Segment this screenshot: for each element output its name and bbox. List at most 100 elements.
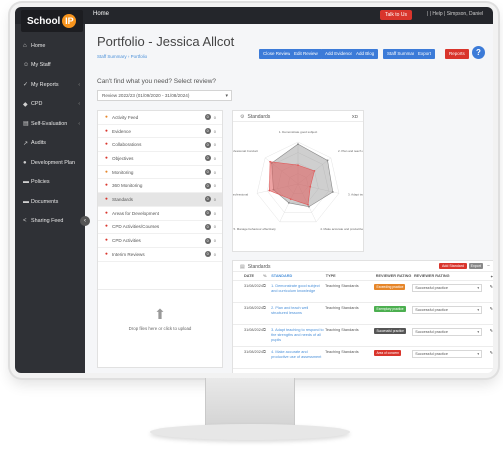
menu-item-activity-feed[interactable]: ● Activity Feed 0 0: [98, 111, 222, 125]
row-standard-link[interactable]: 2. Plan and teach well structured lesson…: [271, 306, 325, 316]
menu-item-collaborations[interactable]: ● Collaborations 0 0: [98, 138, 222, 153]
reviewer-rating-value: Successful practice: [415, 308, 448, 312]
col-standard-header[interactable]: STANDARD: [271, 274, 326, 279]
share-icon: <: [23, 218, 27, 225]
self-rating-badge: Exceeding practice: [374, 284, 406, 290]
menu-item-count-secondary: 0: [213, 155, 216, 161]
radar-point: [326, 159, 329, 162]
edit-icon[interactable]: ✎: [482, 284, 493, 289]
menu-item-areas-for-development[interactable]: ● Areas for Development 0 0: [98, 207, 222, 221]
reviewer-rating-select[interactable]: Successful practice ▾: [412, 350, 483, 358]
standards-table-header: ▤ Standards Add Standard Export −: [233, 261, 493, 272]
menu-item-monitoring[interactable]: ● Monitoring 0 0: [98, 166, 222, 180]
row-type: Teaching Standards: [325, 350, 359, 354]
home-link[interactable]: Home: [93, 11, 109, 17]
add-blog-button[interactable]: Add Blog: [352, 49, 379, 59]
menu-item-count-secondary: 0: [213, 210, 216, 216]
review-select-value: Review 2022/23 (01/09/2020 - 31/08/2024): [102, 93, 190, 98]
export-button[interactable]: Export: [414, 49, 436, 59]
row-standard-link[interactable]: 1. Demonstrate good subject and curricul…: [271, 284, 325, 294]
chevron-left-icon: ‹: [78, 81, 80, 88]
radar-point: [269, 160, 271, 163]
breadcrumb[interactable]: Staff Summary › Portfolio: [97, 54, 147, 59]
sidebar: ⌂ Home ☺ My Staff ✓ My Reports ‹ ◆ CPD ‹ ▤ Self-Eva…: [15, 24, 90, 373]
main-content: Portfolio - Jessica Allcot Staff Summary…: [85, 24, 493, 373]
menu-item-objectives[interactable]: ● Objectives 0 0: [98, 152, 222, 166]
review-select[interactable]: Review 2022/23 (01/09/2020 - 31/08/2024)…: [97, 90, 232, 101]
help-icon[interactable]: ?: [472, 46, 485, 59]
reviewer-rating-select[interactable]: Successful practice ▾: [412, 328, 483, 336]
edit-icon[interactable]: ✎: [482, 328, 493, 333]
menu-item-count: 0: [204, 251, 211, 258]
sidebar-item-cpd[interactable]: ◆ CPD ‹: [15, 95, 85, 115]
radar-axis-label: Personal and Professional Conduct: [233, 149, 258, 153]
chart-icon: ↗: [23, 140, 29, 147]
attachment-icon[interactable]: ⧉: [263, 350, 271, 354]
radar-point: [287, 202, 290, 204]
col-self-rating-header[interactable]: REVIEWER RATING: [376, 274, 414, 278]
reviewer-rating-select[interactable]: Successful practice ▾: [412, 284, 483, 292]
upload-icon: ⬆: [154, 306, 166, 322]
sidebar-item-documents[interactable]: ▬ Documents: [15, 192, 85, 212]
table-actions-header[interactable]: +: [482, 274, 493, 279]
reviewer-rating-select[interactable]: Successful practice ▾: [412, 306, 483, 314]
chevron-left-icon: ‹: [78, 120, 80, 127]
row-standard-link[interactable]: 3. Adapt teaching to respond to the stre…: [271, 328, 325, 342]
table-row: 31/08/2024 ⧉ 3. Adapt teaching to respond …: [233, 325, 493, 347]
radar-point: [297, 143, 299, 145]
table-row: 31/08/2024 ⧉ 2. Plan and teach well struct…: [233, 303, 493, 325]
col-type-header[interactable]: TYPE: [326, 274, 376, 278]
self-rating-badge: Area of concern: [374, 350, 401, 356]
collapse-icon[interactable]: −: [487, 263, 490, 269]
self-rating-badge: Exemplary practice: [374, 306, 406, 312]
menu-item-360-monitoring[interactable]: ● 360 Monitoring 0 0: [98, 179, 222, 194]
sidebar-item-audits[interactable]: ↗ Audits: [15, 134, 85, 154]
radar-axis-label: 1. Demonstrate good subject: [279, 130, 318, 134]
edit-icon[interactable]: ✎: [482, 306, 493, 311]
standards-chart-header: ⚙ Standards XD: [233, 111, 363, 122]
attachment-icon[interactable]: ⧉: [263, 284, 271, 288]
col-date-header[interactable]: DATE: [233, 274, 263, 278]
attachment-icon[interactable]: ⧉: [263, 328, 271, 332]
row-type: Teaching Standards: [325, 328, 359, 332]
upload-dropzone[interactable]: ⬆ Drop files here or click to upload: [98, 289, 222, 359]
menu-item-icon: ●: [105, 210, 108, 216]
row-date: 31/08/2024: [244, 284, 264, 288]
chart-controls[interactable]: XD: [352, 114, 358, 119]
menu-item-icon: ●: [105, 224, 108, 230]
menu-item-label: Standards: [112, 196, 133, 202]
sidebar-item-my-reports[interactable]: ✓ My Reports ‹: [15, 75, 85, 95]
sidebar-item-policies[interactable]: ▬ Policies: [15, 173, 85, 193]
radar-point: [331, 191, 334, 193]
menu-item-icon: ●: [105, 251, 108, 257]
reports-button[interactable]: Reports: [445, 49, 469, 59]
chevron-down-icon: ▾: [225, 93, 228, 99]
row-type: Teaching Standards: [325, 306, 359, 310]
attachment-icon[interactable]: ⧉: [263, 306, 271, 310]
sidebar-item-self-evaluation[interactable]: ▤ Self-Evaluation ‹: [15, 114, 85, 134]
menu-item-evidence[interactable]: ● Evidence 0 0: [98, 125, 222, 139]
sidebar-item-my-staff[interactable]: ☺ My Staff: [15, 56, 85, 76]
menu-item-count: 0: [204, 155, 211, 162]
app-logo[interactable]: School IP: [21, 10, 83, 32]
menu-item-count-secondary: 0: [213, 196, 216, 202]
menu-item-cpd-activities-courses[interactable]: ● CPD Activities/Courses 0 0: [98, 221, 222, 235]
col-reviewer-rating-header[interactable]: REVIEWER RATING: [414, 274, 482, 278]
edit-review-button[interactable]: Edit Review: [290, 49, 322, 59]
chevron-down-icon: ▾: [477, 308, 480, 312]
sidebar-item-sharing-feed[interactable]: < Sharing Feed: [15, 212, 85, 232]
edit-icon[interactable]: ✎: [482, 350, 493, 355]
sidebar-item-development-plan[interactable]: ● Development Plan: [15, 153, 85, 173]
menu-item-interim-reviews[interactable]: ● Interim Reviews 0 0: [98, 248, 222, 262]
top-user-menu[interactable]: | | Help | Simpson, Daniel: [427, 11, 483, 17]
radar-axis-label: 5. Manage behaviour effectively: [233, 227, 276, 231]
menu-item-cpd-activities[interactable]: ● CPD Activities 0 0: [98, 234, 222, 248]
add-standard-button[interactable]: Add Standard: [439, 263, 467, 269]
portfolio-menu: ● Activity Feed 0 0 ● Evidence 0 0 ● Collaboratio…: [97, 110, 223, 368]
target-icon: ●: [23, 159, 27, 166]
talk-to-us-button[interactable]: Talk to Us: [380, 10, 412, 20]
export-standards-button[interactable]: Export: [468, 263, 483, 269]
sidebar-item-home[interactable]: ⌂ Home: [15, 36, 85, 56]
menu-item-standards[interactable]: ● Standards 0 0: [98, 193, 222, 207]
row-standard-link[interactable]: 4. Make accurate and productive use of a…: [271, 350, 325, 360]
